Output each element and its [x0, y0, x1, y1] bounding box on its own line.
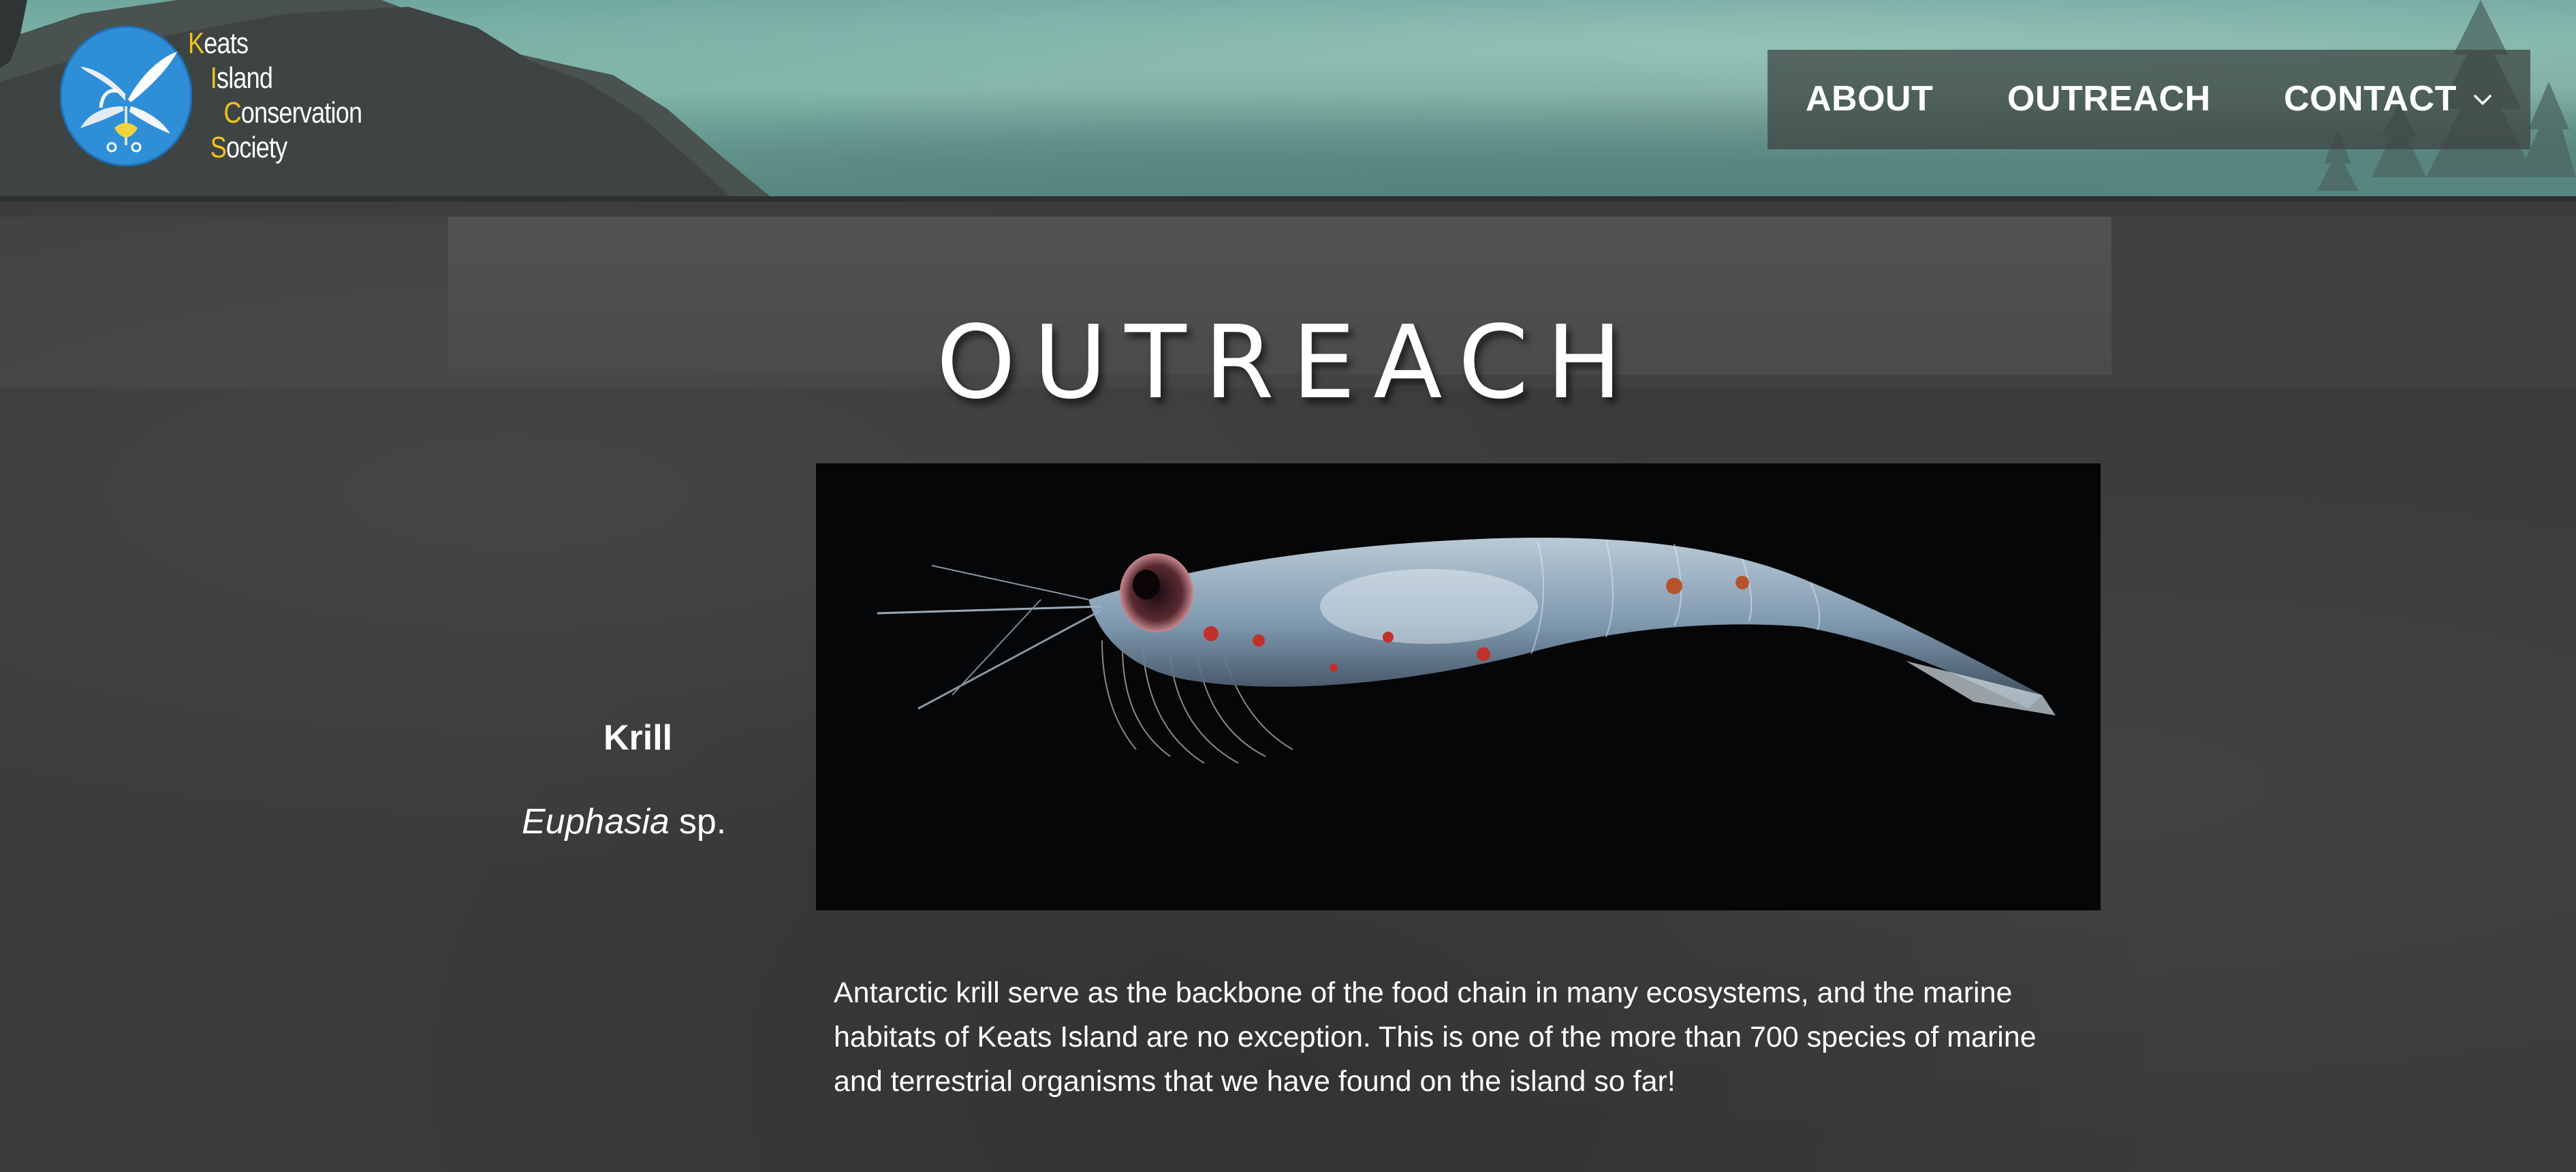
logo-line-island: Island — [210, 61, 273, 95]
species-suffix: sp. — [678, 802, 727, 842]
flower-logo-icon — [60, 26, 192, 166]
species-description: Antarctic krill serve as the backbone of… — [834, 976, 2037, 1098]
logo-line-keats: Keats — [188, 27, 249, 60]
nav-item-outreach[interactable]: OUTREACH — [2007, 78, 2211, 119]
header-divider — [0, 196, 2576, 202]
krill-photo — [816, 463, 2101, 910]
logo-wordmark: Keats Island Conservation Society — [188, 26, 362, 165]
species-genus: Euphasia — [522, 802, 670, 842]
site-header: Keats Island Conservation Society ABOUT … — [0, 0, 2576, 202]
species-common-name: Krill — [603, 718, 673, 758]
site-logo[interactable]: Keats Island Conservation Society — [60, 26, 400, 166]
krill-image — [816, 463, 2101, 910]
nav-item-contact[interactable]: CONTACT — [2284, 78, 2457, 119]
nav-item-about[interactable]: ABOUT — [1806, 78, 1933, 119]
logo-line-conservation: Conservation — [223, 96, 362, 129]
logo-line-society: Society — [210, 131, 287, 164]
species-scientific-name: Euphasia sp. — [522, 801, 726, 842]
page-title: OUTREACH — [936, 304, 1640, 422]
main-nav: ABOUT OUTREACH CONTACT — [1768, 50, 2530, 149]
main-content: OUTREACH Krill Euphasia sp. Antarctic kr… — [0, 202, 2576, 1172]
chevron-down-icon[interactable] — [2472, 89, 2493, 110]
